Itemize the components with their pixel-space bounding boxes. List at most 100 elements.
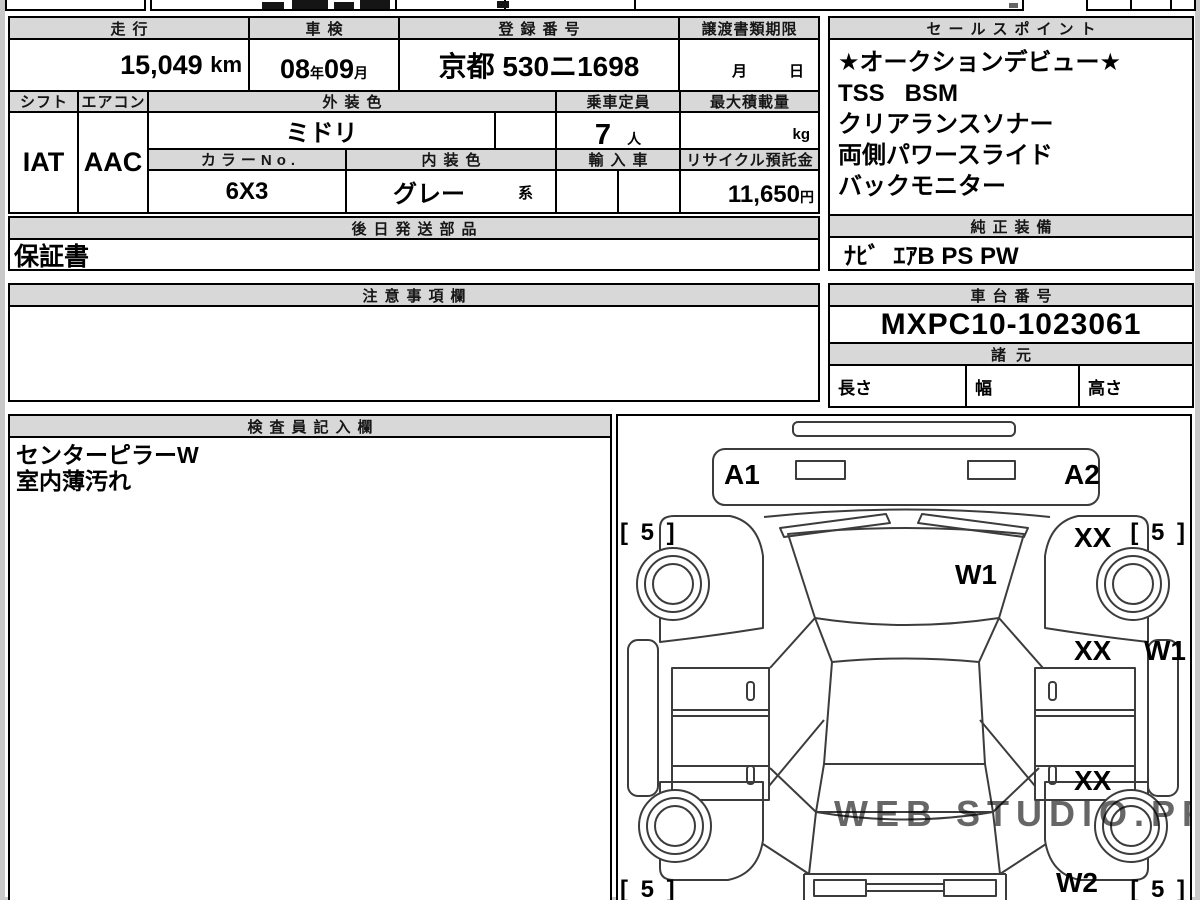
import-cell-1 [555, 169, 619, 214]
inspector-note-line: 室内薄汚れ [16, 468, 131, 494]
tire-mark-rear-right: [ 5 ] [1130, 876, 1188, 900]
registration-header: 登録番号 [398, 16, 680, 40]
interior-color-name: グレー [393, 181, 465, 208]
mileage-number: 15,049 [120, 49, 203, 80]
car-diagram-box: A1 A2 W1 XX XX W1 XX W2 [ 5 ] [ 5 ] [ 5 … [616, 414, 1192, 900]
equipment-value: ﾅﾋﾞ ｴｱB PS PW [828, 236, 1194, 271]
later-parts-header: 後日発送部品 [8, 216, 820, 240]
registration-value: 京都 530ニ1698 [398, 38, 680, 92]
cut-off-glyph [334, 2, 354, 9]
cut-off-cell [395, 0, 506, 11]
recycle-unit: 円 [800, 189, 814, 205]
inspector-header: 検査員記入欄 [8, 414, 612, 438]
aircon-value: AAC [77, 111, 149, 214]
rocker-left [627, 639, 659, 797]
shift-value: IAT [8, 111, 79, 214]
sales-point-line: クリアランスソナー [838, 111, 1054, 138]
sales-point-line: 両側パワースライド [838, 142, 1053, 169]
watermark: WEB STUDIO.PRO [834, 793, 1190, 834]
cut-off-glyph [1009, 3, 1018, 8]
mileage-value: 15,049 km [8, 38, 250, 92]
wheel-ring [652, 563, 694, 605]
inspector-notes: センターピラーW 室内薄汚れ [8, 436, 612, 900]
transfer-docs-header: 譲渡書類期限 [678, 16, 820, 40]
door-handle-right-front [1048, 681, 1057, 701]
tire-mark-front-left: [ 5 ] [620, 519, 678, 546]
cut-off-cell [1086, 0, 1132, 11]
recycle-value: 11,650 円 [679, 169, 820, 214]
car-diagram: A1 A2 W1 XX XX W1 XX W2 [ 5 ] [ 5 ] [ 5 … [620, 421, 1190, 900]
transfer-docs-value: 月日 [678, 38, 820, 92]
capacity-value: 7人 [555, 111, 681, 151]
import-header: 輸入車 [555, 148, 681, 171]
shaken-value: 08 年 09 月 [248, 38, 400, 92]
mark-front-left: A1 [724, 459, 760, 490]
door-seams-left [672, 709, 769, 767]
sales-points-list: ★オークションデビュー★ TSS BSM クリアランスソナー 両側パワースライド… [828, 38, 1194, 216]
aircon-header: エアコン [77, 90, 149, 113]
cut-off-glyph [262, 2, 284, 9]
max-load-header: 最大積載量 [679, 90, 820, 113]
cut-off-cell [504, 0, 636, 11]
tire-mark-rear-left: [ 5 ] [620, 876, 678, 900]
color-no-header: カラーNo. [147, 148, 347, 171]
spec-width-cell: 幅 [965, 364, 1080, 408]
cut-off-cell [5, 0, 146, 11]
auction-sheet-page: 走行 車検 登録番号 譲渡書類期限 15,049 km 08 年 09 月 京都 53… [0, 0, 1200, 900]
shaken-year: 08 [279, 54, 310, 84]
shift-header: シフト [8, 90, 79, 113]
capacity-unit: 人 [627, 131, 642, 147]
sales-point-line: TSS BSM [838, 80, 959, 107]
shaken-header: 車検 [248, 16, 400, 40]
recycle-header: リサイクル預託金 [679, 148, 820, 171]
equipment-header: 純正装備 [828, 214, 1194, 238]
capacity-header: 乗車定員 [555, 90, 681, 113]
recycle-number: 11,650 [727, 181, 800, 208]
mark-rear-right: W2 [1056, 867, 1098, 898]
exterior-color-value: ミドリ [147, 111, 496, 150]
shaken-month-unit: 月 [354, 65, 369, 81]
mark-front-fender-right: XX [1074, 522, 1112, 553]
exterior-color-header: 外装色 [147, 90, 557, 113]
rear-bumper-lines [866, 883, 944, 892]
sales-point-line: ★オークションデビュー★ [838, 49, 1122, 76]
cut-off-glyph [360, 0, 390, 9]
rear-plate-right [943, 879, 997, 897]
cut-off-cell [1130, 0, 1172, 11]
mark-windshield: W1 [955, 559, 997, 590]
front-plate [795, 460, 846, 480]
wheel-ring [1112, 563, 1154, 605]
interior-color-header: 内装色 [345, 148, 557, 171]
exterior-color-extra-cell [494, 111, 557, 150]
later-parts-value: 保証書 [8, 238, 820, 271]
fold-lines [768, 719, 1036, 787]
specs-header: 諸元 [828, 342, 1194, 366]
cut-off-cell [1170, 0, 1196, 11]
tire-mark-front-right: [ 5 ] [1130, 519, 1188, 546]
door-handle-left-front [746, 681, 755, 701]
cut-off-cell [634, 0, 1024, 11]
notes-value [8, 305, 820, 402]
hood-edge [763, 508, 1051, 518]
import-cell-2 [617, 169, 681, 214]
interior-color-suffix: 系 [517, 185, 533, 202]
inspector-note-line: センターピラーW [16, 442, 199, 468]
mileage-header: 走行 [8, 16, 250, 40]
mark-side-right-upper: XX [1074, 635, 1112, 666]
spec-height-cell: 高さ [1078, 364, 1194, 408]
cut-off-glyph [497, 1, 509, 8]
rear-plate-left [813, 879, 867, 897]
spec-length-cell: 長さ [828, 364, 967, 408]
roof [823, 657, 986, 765]
transfer-month-label: 月 [731, 63, 747, 80]
front-bumper-strip [792, 421, 1016, 437]
notes-header: 注意事項欄 [8, 283, 820, 307]
wheel-ring [654, 805, 696, 847]
front-sensor [967, 460, 1016, 480]
mark-side-right-upper-w: W1 [1144, 635, 1186, 666]
transfer-day-label: 日 [788, 63, 804, 80]
mark-front-right: A2 [1064, 459, 1100, 490]
mileage-unit: km [210, 52, 242, 77]
door-seams-right [1035, 709, 1135, 767]
sales-points-header: セールスポイント [828, 16, 1194, 40]
